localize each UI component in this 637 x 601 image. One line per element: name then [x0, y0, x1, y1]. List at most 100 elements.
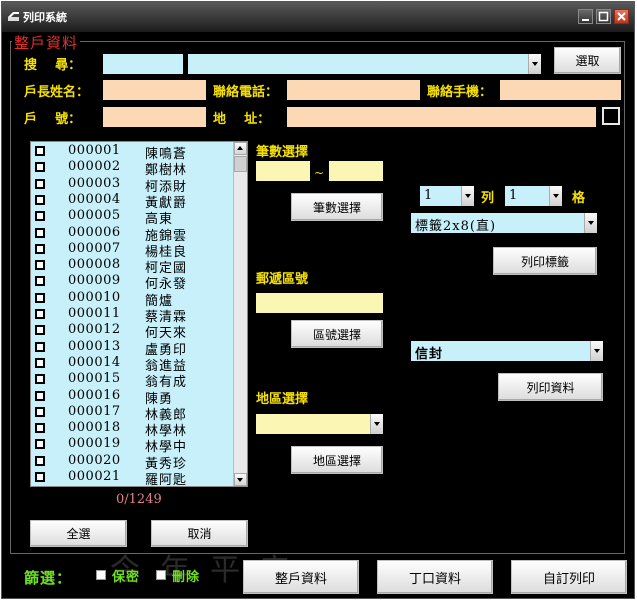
- household-data-button[interactable]: 整戶資料: [243, 560, 359, 594]
- list-item-code: 000005: [68, 208, 121, 224]
- address-checkbox[interactable]: [602, 107, 620, 125]
- list-item[interactable]: 000013 盧勇印: [31, 338, 235, 358]
- mobile-field[interactable]: [500, 80, 621, 100]
- list-item-checkbox[interactable]: [35, 309, 45, 319]
- list-item[interactable]: 000004 黃獻爵: [31, 192, 235, 211]
- chevron-down-icon: [528, 54, 541, 74]
- list-item-checkbox[interactable]: [35, 211, 45, 222]
- postal-select-button[interactable]: 區號選擇: [291, 320, 383, 348]
- window-title: 列印系統: [23, 11, 67, 24]
- list-item[interactable]: 000012 何天來: [31, 322, 235, 342]
- head-name-field[interactable]: [103, 80, 206, 100]
- account-label: 戶 號：: [24, 112, 82, 127]
- list-item[interactable]: 000016 陳勇: [31, 388, 235, 407]
- list-item[interactable]: 000014 翁進益: [31, 355, 235, 374]
- chevron-down-icon: [590, 341, 603, 361]
- list-item[interactable]: 000019 林學中: [31, 436, 235, 456]
- list-item-checkbox[interactable]: [35, 374, 45, 385]
- print-type-dropdown[interactable]: 信封: [411, 341, 603, 362]
- list-item[interactable]: 000018 林學林: [31, 420, 235, 439]
- list-item-name: 黃獻爵: [145, 195, 188, 211]
- household-list[interactable]: 000021 羅阿匙 000020 黃秀珍 000019 林學中 000018 林學林 0000…: [30, 141, 248, 487]
- list-item-code: 000020: [68, 452, 121, 468]
- scroll-down-icon[interactable]: [234, 473, 247, 486]
- address-field[interactable]: [287, 107, 596, 127]
- phone-field[interactable]: [287, 80, 420, 100]
- list-item-checkbox[interactable]: [35, 455, 45, 466]
- print-data-button[interactable]: 列印資料: [498, 373, 603, 401]
- list-item-name: 林學中: [145, 440, 188, 456]
- list-item[interactable]: 000002 鄭樹林: [31, 159, 235, 179]
- list-item-checkbox[interactable]: [35, 178, 45, 189]
- deleted-checkbox[interactable]: [156, 570, 166, 580]
- list-item[interactable]: 000005 高東: [31, 208, 235, 227]
- print-label-button[interactable]: 列印標籤: [493, 247, 597, 275]
- cancel-button[interactable]: 取消: [151, 520, 248, 547]
- account-field[interactable]: [103, 107, 206, 127]
- list-item-checkbox[interactable]: [35, 472, 45, 482]
- list-item-name: 蔡清霖: [145, 310, 188, 325]
- list-item[interactable]: 000011 蔡清霖: [31, 306, 235, 325]
- list-item[interactable]: 000010 簡爐: [31, 290, 235, 309]
- list-item-name: 翁有成: [145, 375, 188, 391]
- list-item-checkbox[interactable]: [35, 357, 45, 368]
- list-item-checkbox[interactable]: [35, 325, 45, 336]
- area-select-button[interactable]: 地區選擇: [291, 446, 383, 474]
- close-icon: [617, 12, 626, 21]
- list-item-checkbox[interactable]: [35, 162, 45, 173]
- scroll-thumb[interactable]: [234, 156, 247, 172]
- list-item-checkbox[interactable]: [35, 227, 45, 238]
- list-item[interactable]: 000009 何永發: [31, 273, 235, 292]
- list-item-code: 000013: [68, 338, 121, 354]
- select-all-button[interactable]: 全選: [30, 520, 127, 547]
- list-item[interactable]: 000017 林義郎: [31, 404, 235, 423]
- list-item-code: 000003: [68, 175, 121, 191]
- list-item[interactable]: 000006 施錦雲: [31, 225, 235, 244]
- list-item-checkbox[interactable]: [35, 292, 45, 303]
- label-format-dropdown[interactable]: 標籤2x8(直): [411, 213, 597, 234]
- list-item-checkbox[interactable]: [35, 260, 45, 271]
- list-item[interactable]: 000003 柯添財: [31, 175, 235, 195]
- list-item-checkbox[interactable]: [35, 406, 45, 417]
- scroll-up-icon[interactable]: [234, 142, 247, 155]
- confidential-checkbox[interactable]: [96, 570, 106, 580]
- search-code-input[interactable]: [103, 54, 183, 74]
- list-item-checkbox[interactable]: [35, 276, 45, 287]
- range-end-field[interactable]: [329, 161, 383, 181]
- list-item-checkbox[interactable]: [35, 243, 45, 254]
- list-item[interactable]: 000001 陳鳴蒼: [31, 143, 235, 162]
- list-item[interactable]: 000020 黃秀珍: [31, 452, 235, 472]
- range-select-button[interactable]: 筆數選擇: [291, 193, 383, 221]
- range-start-field[interactable]: [256, 161, 310, 181]
- list-scrollbar[interactable]: [233, 142, 247, 486]
- title-bar[interactable]: 列印系統: [2, 2, 634, 32]
- list-item-checkbox[interactable]: [35, 194, 45, 205]
- filter-label: 篩選：: [24, 569, 73, 587]
- column-dropdown[interactable]: 1: [420, 186, 474, 206]
- select-button[interactable]: 選取: [554, 47, 621, 74]
- member-data-button[interactable]: 丁口資料: [377, 560, 493, 594]
- area-dropdown[interactable]: [256, 414, 383, 434]
- maximize-button[interactable]: [596, 9, 611, 24]
- list-item[interactable]: 000008 柯定國: [31, 257, 235, 277]
- list-item-checkbox[interactable]: [35, 146, 45, 156]
- list-item[interactable]: 000021 羅阿匙: [31, 469, 235, 486]
- list-item-checkbox[interactable]: [35, 341, 45, 352]
- postal-field[interactable]: [256, 293, 383, 313]
- minimize-button[interactable]: [578, 9, 593, 24]
- list-item-checkbox[interactable]: [35, 439, 45, 450]
- list-item[interactable]: 000015 翁有成: [31, 371, 235, 391]
- list-item-name: 施錦雲: [145, 228, 188, 244]
- list-item-name: 柯定國: [145, 261, 188, 277]
- list-item-code: 000011: [68, 306, 121, 321]
- chevron-down-icon: [549, 186, 562, 206]
- row-dropdown[interactable]: 1: [505, 186, 562, 206]
- list-item-checkbox[interactable]: [35, 390, 45, 401]
- list-item-name: 何天來: [145, 326, 188, 342]
- close-button[interactable]: [614, 9, 629, 24]
- custom-print-button[interactable]: 自訂列印: [511, 560, 627, 594]
- list-item-checkbox[interactable]: [35, 423, 45, 434]
- search-dropdown[interactable]: [188, 54, 541, 74]
- list-item[interactable]: 000007 楊桂良: [31, 241, 235, 260]
- list-item-name: 鄭樹林: [145, 163, 188, 179]
